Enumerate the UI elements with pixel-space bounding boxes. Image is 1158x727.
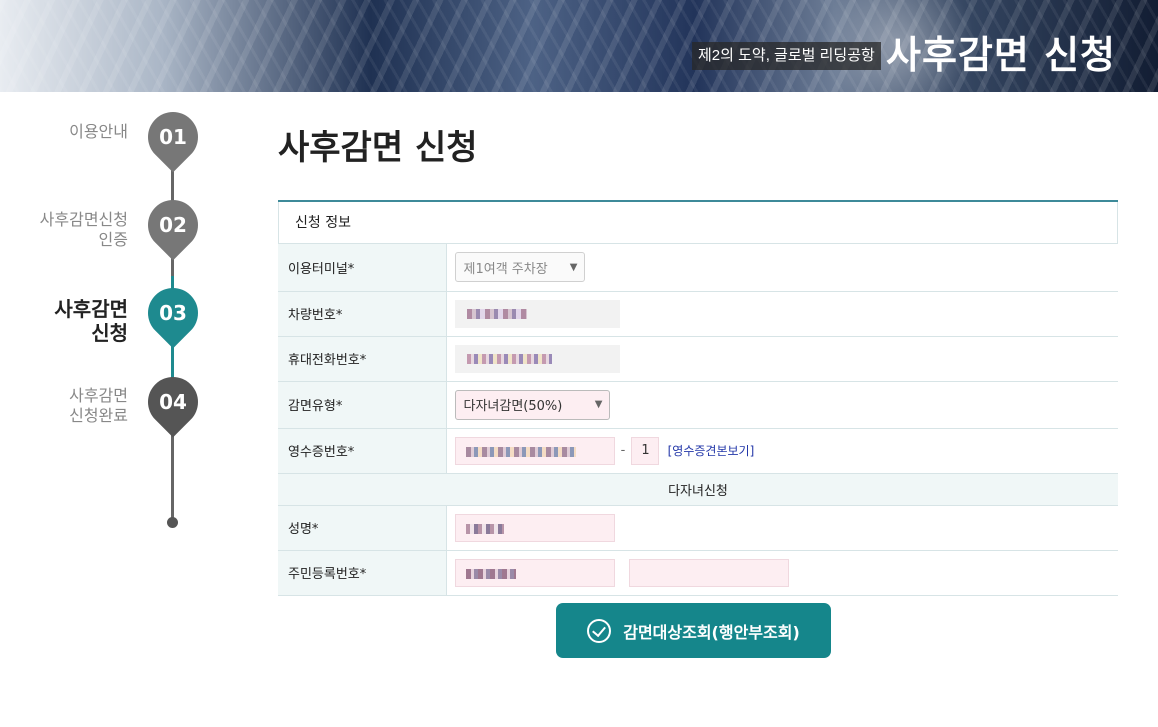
check-eligibility-button[interactable]: 감면대상조회(행안부조회) [556,603,831,658]
step-3-label: 사후감면 신청 [54,297,128,345]
blurred-value [465,523,504,534]
receipt-cell: - 1 [영수증견본보기] [446,428,1118,474]
chevron-down-icon: ▼ [569,261,578,273]
subsection-row: 다자녀신청 [278,473,1118,506]
step-1-number: 01 [159,125,187,149]
form-row-name: 성명* [278,505,1118,551]
car-number-label: 차량번호* [278,291,447,337]
step-1-label: 이용안내 [69,122,128,142]
step-1-label-line: 이용안내 [69,122,128,141]
step-3-label-line1: 사후감면 [54,297,128,321]
dash-separator: - [620,443,626,458]
blurred-value [465,568,516,579]
step-3-label-line2: 신청 [91,321,128,345]
step-2-label: 사후감면신청 인증 [40,210,128,250]
discount-type-label: 감면유형* [278,381,447,429]
blurred-value [465,446,576,457]
step-2-label-line1: 사후감면신청 [39,210,128,229]
form-row-car-number: 차량번호* [278,291,1118,337]
resident-number-back-field[interactable] [628,558,789,587]
terminal-cell: 제1여객 주차장 ▼ [446,244,1118,292]
phone-label: 휴대전화번호* [278,336,447,382]
step-2-label-line2: 인증 [98,230,128,249]
step-2-number: 02 [159,213,187,237]
banner-slogan: 제2의 도약, 글로벌 리딩공항 [692,42,881,70]
form-row-receipt: 영수증번호* - 1 [영수증견본보기] [278,428,1118,474]
resident-number-label: 주민등록번호* [278,550,447,596]
check-circle-icon [587,618,612,643]
car-number-cell [446,291,1118,337]
name-cell [446,505,1118,551]
step-4-label: 사후감면 신청완료 [69,386,128,426]
discount-type-cell: 다자녀감면(50%) ▼ [446,381,1118,429]
blurred-value [466,353,552,364]
subsection-title: 다자녀신청 [278,473,1118,506]
header-banner: 제2의 도약, 글로벌 리딩공항 사후감면 신청 [0,0,1158,92]
step-4-number: 04 [159,390,187,414]
form-row-terminal: 이용터미널* 제1여객 주차장 ▼ [278,244,1118,292]
name-label: 성명* [278,505,447,551]
section-title: 신청 정보 [278,202,1118,244]
terminal-label: 이용터미널* [278,244,447,292]
terminal-select-value: 제1여객 주차장 [463,261,548,277]
name-field[interactable] [454,513,615,542]
form-row-resident-number: 주민등록번호* [278,550,1118,596]
step-4-label-line2: 신청완료 [69,406,128,425]
step-navigation: 이용안내 01 사후감면신청 인증 02 사후감면 신청 03 사후감면 신청완… [0,92,240,552]
step-3-number: 03 [159,301,187,325]
step-end-dot [167,517,178,528]
discount-type-select[interactable]: 다자녀감면(50%) ▼ [454,389,610,420]
receipt-sample-link[interactable]: [영수증견본보기] [668,442,755,459]
check-eligibility-label: 감면대상조회(행안부조회) [623,622,800,642]
application-form: 신청 정보 이용터미널* 제1여객 주차장 ▼ 차량번호* 휴대전화번호* 감면… [278,200,1118,596]
receipt-suffix-field[interactable]: 1 [631,436,660,465]
chevron-down-icon: ▼ [594,399,603,410]
page-title: 사후감면 신청 [278,128,478,168]
form-row-phone: 휴대전화번호* [278,336,1118,382]
banner-title: 사후감면 신청 [886,33,1116,77]
terminal-select[interactable]: 제1여객 주차장 ▼ [454,252,585,283]
receipt-label: 영수증번호* [278,428,447,474]
blurred-value [466,308,527,319]
resident-number-cell [446,550,1118,596]
resident-number-front-field[interactable] [454,558,615,587]
receipt-number-field[interactable] [454,436,615,465]
discount-type-select-value: 다자녀감면(50%) [463,399,563,414]
phone-cell [446,336,1118,382]
car-number-field[interactable] [454,299,620,328]
step-4-label-line1: 사후감면 [69,386,128,405]
form-row-discount-type: 감면유형* 다자녀감면(50%) ▼ [278,381,1118,429]
form-table: 이용터미널* 제1여객 주차장 ▼ 차량번호* 휴대전화번호* 감면유형* 다자… [278,244,1118,596]
phone-field[interactable] [454,344,620,373]
